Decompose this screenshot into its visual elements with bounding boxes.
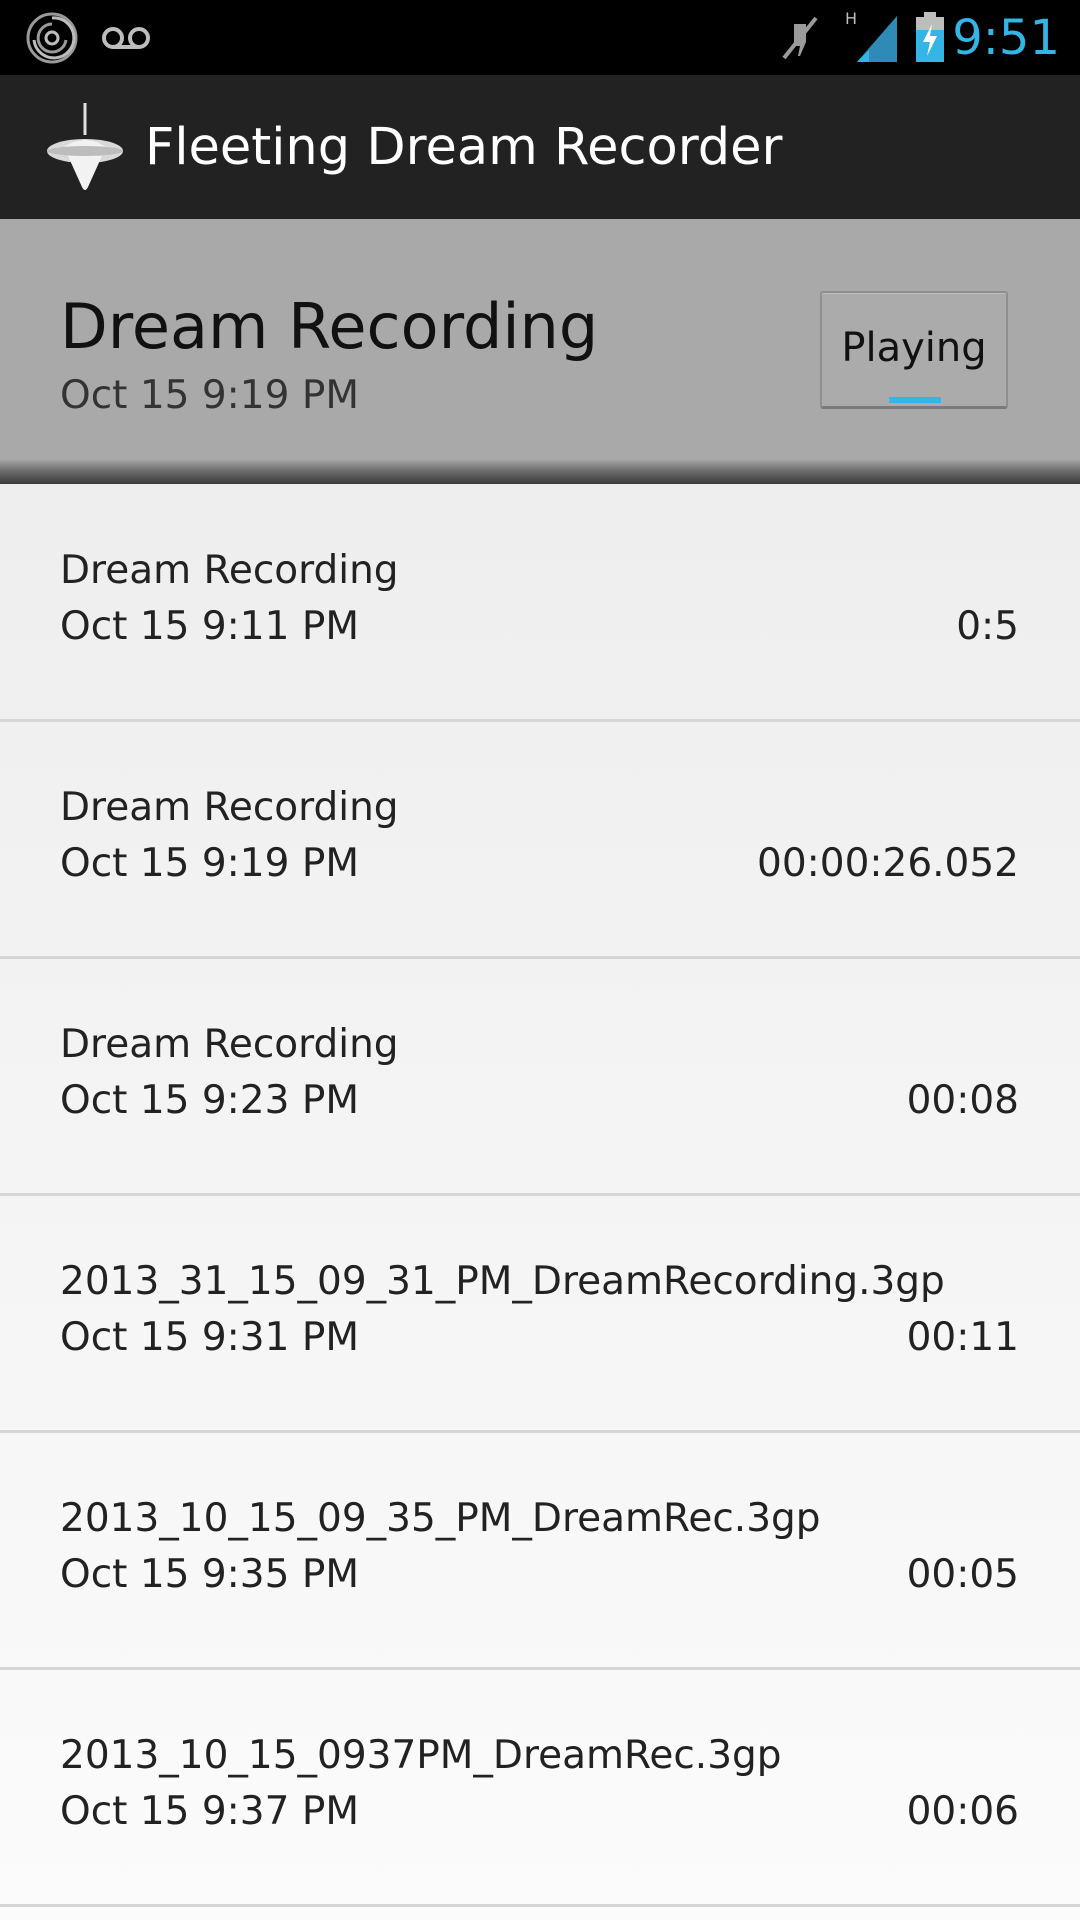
- recording-duration: 00:08: [906, 1078, 1019, 1123]
- recording-date: Oct 15 9:37 PM: [60, 1789, 359, 1834]
- list-item[interactable]: 2013_10_15_09_35_PM_DreamRec.3gp Oct 15 …: [0, 1432, 1080, 1670]
- mute-icon: [782, 16, 818, 60]
- signal-h-icon: H: [845, 10, 897, 62]
- recording-date: Oct 15 9:23 PM: [60, 1078, 359, 1123]
- recording-date: Oct 15 9:19 PM: [60, 841, 359, 886]
- list-item[interactable]: 2013_31_15_09_31_PM_DreamRecording.3gp O…: [0, 1195, 1080, 1433]
- recording-duration: 0:5: [956, 604, 1019, 649]
- list-item[interactable]: Dream Recording Oct 15 9:23 PM 00:08: [0, 958, 1080, 1196]
- battery-charging-icon: [916, 12, 944, 62]
- recording-duration: 00:05: [906, 1552, 1019, 1597]
- now-playing-title: Dream Recording: [60, 290, 599, 363]
- now-playing-header: Dream Recording Oct 15 9:19 PM Playing: [0, 219, 1080, 459]
- playing-indicator: [889, 397, 941, 403]
- spinning-top-icon[interactable]: [44, 103, 126, 193]
- recording-duration: 00:00:26.052: [757, 841, 1019, 886]
- header-shadow: [0, 459, 1080, 484]
- recording-date: Oct 15 9:35 PM: [60, 1552, 359, 1597]
- recording-duration: 00:11: [906, 1315, 1019, 1360]
- svg-text:H: H: [845, 10, 857, 28]
- list-item[interactable]: Dream Recording Oct 15 9:19 PM 00:00:26.…: [0, 721, 1080, 959]
- playing-button-label: Playing: [841, 325, 987, 371]
- list-item[interactable]: Dream Recording Oct 15 9:11 PM 0:5: [0, 484, 1080, 722]
- spiral-app-icon: [26, 12, 78, 64]
- recording-name: Dream Recording: [60, 548, 399, 593]
- voicemail-icon: [102, 27, 150, 49]
- status-bar: H 9:51: [0, 0, 1080, 75]
- recording-date: Oct 15 9:11 PM: [60, 604, 359, 649]
- playing-button[interactable]: Playing: [820, 291, 1008, 409]
- recording-list[interactable]: Dream Recording Oct 15 9:11 PM 0:5 Dream…: [0, 484, 1080, 1920]
- action-bar: Fleeting Dream Recorder: [0, 75, 1080, 221]
- recording-date: Oct 15 9:31 PM: [60, 1315, 359, 1360]
- recording-name: 2013_10_15_09_35_PM_DreamRec.3gp: [60, 1496, 821, 1541]
- recording-duration: 00:06: [906, 1789, 1019, 1834]
- recording-name: Dream Recording: [60, 785, 399, 830]
- recording-name: 2013_31_15_09_31_PM_DreamRecording.3gp: [60, 1259, 945, 1304]
- clock: 9:51: [952, 10, 1060, 66]
- app-title: Fleeting Dream Recorder: [145, 118, 783, 177]
- list-item[interactable]: 2013_10_15_0937PM_DreamRec.3gp Oct 15 9:…: [0, 1669, 1080, 1907]
- recording-name: Dream Recording: [60, 1022, 399, 1067]
- recording-name: 2013_10_15_0937PM_DreamRec.3gp: [60, 1733, 782, 1778]
- now-playing-date: Oct 15 9:19 PM: [60, 373, 359, 418]
